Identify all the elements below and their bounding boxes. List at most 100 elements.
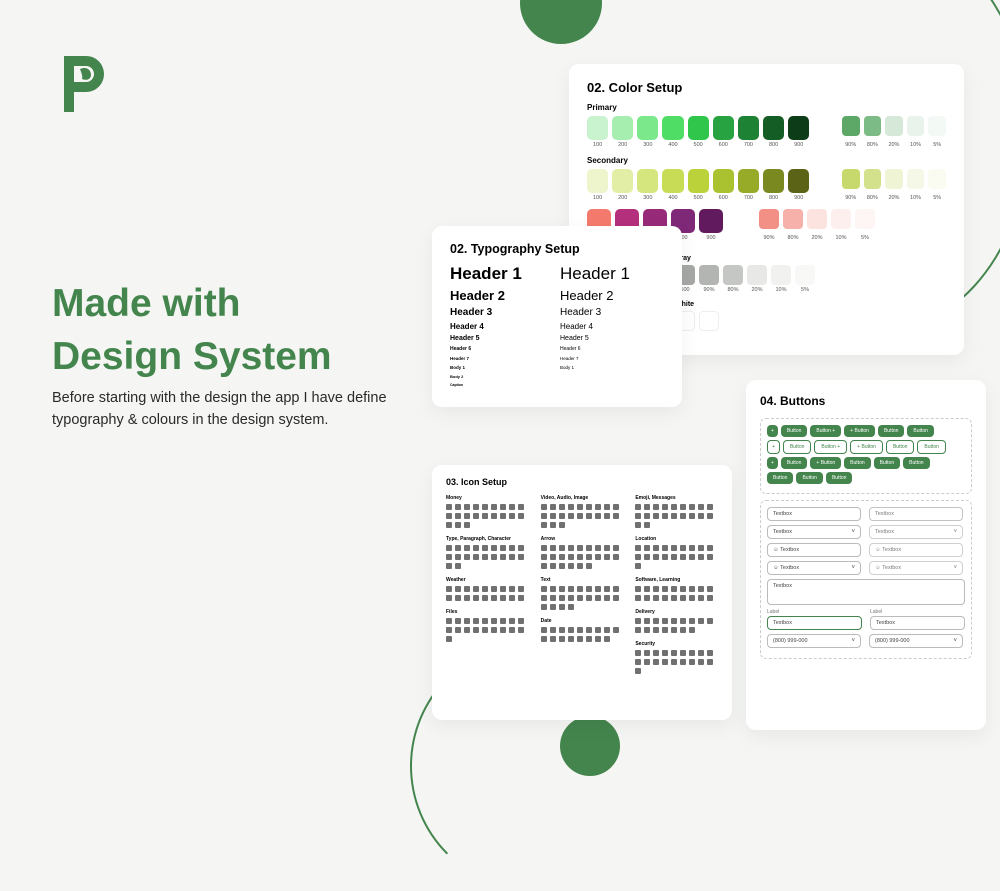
textbox-icon[interactable]: ☺ Textbox	[869, 543, 963, 557]
tiny-icon	[473, 627, 479, 633]
button-outline[interactable]: Button	[917, 440, 945, 454]
tiny-icon	[586, 627, 592, 633]
tiny-icon	[604, 513, 610, 519]
tiny-icon	[509, 504, 515, 510]
page-title: Made with Design System	[52, 278, 332, 383]
button[interactable]: Button	[878, 425, 904, 437]
tiny-icon	[689, 554, 695, 560]
card-title: 03. Icon Setup	[446, 477, 718, 487]
button[interactable]: Button	[844, 457, 870, 469]
brand-logo	[60, 56, 104, 117]
tiny-icon	[500, 595, 506, 601]
swatch	[713, 169, 734, 193]
tiny-icon	[577, 586, 583, 592]
button-outline[interactable]: Button	[783, 440, 811, 454]
icon-category: Software, Learning	[635, 577, 718, 583]
swatch	[907, 116, 925, 136]
type-regular: Body 1	[560, 365, 574, 370]
card-title: 04. Buttons	[760, 394, 972, 408]
chevron-down-icon: ˅	[851, 529, 855, 535]
tiny-icon	[518, 513, 524, 519]
tiny-icon	[662, 586, 668, 592]
tiny-icon	[644, 554, 650, 560]
textbox-labeled[interactable]: Textbox	[870, 616, 965, 630]
button[interactable]: Button	[796, 472, 822, 484]
tiny-icon	[473, 554, 479, 560]
button-icon-right[interactable]: Button +	[810, 425, 841, 437]
tiny-icon	[595, 545, 601, 551]
button-outline[interactable]: Button	[886, 440, 914, 454]
textarea[interactable]: Textbox	[767, 579, 965, 605]
textbox-icon[interactable]: ☺ Textbox	[767, 543, 861, 557]
tiny-icon	[586, 545, 592, 551]
swatch-row-secondary	[587, 169, 946, 193]
swatch-row-white	[675, 311, 815, 331]
icon-category: Weather	[446, 577, 529, 583]
tiny-icon	[473, 504, 479, 510]
tiny-icon	[550, 586, 556, 592]
tiny-icon	[455, 504, 461, 510]
tiny-icon	[635, 668, 641, 674]
textbox[interactable]: Textbox	[767, 507, 861, 521]
button[interactable]: Button	[826, 472, 852, 484]
textbox-labeled[interactable]: Textbox	[767, 616, 862, 630]
phone-input[interactable]: (800) 999-000˅	[869, 634, 963, 648]
tiny-icon	[653, 504, 659, 510]
type-row: Header 2Header 2	[450, 288, 664, 303]
tiny-icon	[473, 545, 479, 551]
tiny-icon	[689, 586, 695, 592]
type-regular: Header 1	[560, 264, 630, 284]
button[interactable]: Button	[907, 425, 933, 437]
type-row: Header 5Header 5	[450, 335, 664, 342]
tiny-icon	[464, 586, 470, 592]
tiny-icon	[559, 563, 565, 569]
button[interactable]: + Button	[810, 457, 841, 469]
icon-grid	[446, 504, 529, 528]
chevron-down-icon: ˅	[851, 565, 855, 571]
swatch	[807, 209, 827, 229]
tiny-icon	[473, 586, 479, 592]
tiny-icon	[671, 545, 677, 551]
button[interactable]: Button	[903, 457, 929, 469]
button[interactable]: +	[767, 457, 778, 469]
swatch	[855, 209, 875, 229]
type-row: Caption	[450, 383, 664, 387]
button[interactable]: Button	[781, 457, 807, 469]
tiny-icon	[455, 627, 461, 633]
tiny-icon	[635, 513, 641, 519]
tiny-icon	[586, 554, 592, 560]
button[interactable]: Button	[767, 472, 793, 484]
tiny-icon	[491, 504, 497, 510]
button[interactable]: Button	[874, 457, 900, 469]
tiny-icon	[455, 522, 461, 528]
tiny-icon	[586, 513, 592, 519]
tiny-icon	[604, 554, 610, 560]
tiny-icon	[577, 595, 583, 601]
tiny-icon	[464, 595, 470, 601]
p-leaf-icon	[60, 56, 104, 112]
select[interactable]: Textbox˅	[869, 525, 963, 539]
tiny-icon	[671, 650, 677, 656]
type-row: Header 3Header 3	[450, 307, 664, 318]
icon-grid	[635, 650, 718, 674]
button-outline[interactable]: + Button	[850, 440, 883, 454]
tiny-icon	[644, 595, 650, 601]
swatch	[587, 169, 608, 193]
icon-grid	[541, 545, 624, 569]
button-icon[interactable]: +	[767, 425, 778, 437]
swatch	[885, 116, 903, 136]
chevron-down-icon: ˅	[851, 638, 855, 644]
phone-input[interactable]: (800) 999-000˅	[767, 634, 861, 648]
select-icon[interactable]: ☺ Textbox˅	[767, 561, 861, 575]
tiny-icon	[689, 513, 695, 519]
label-white: White	[675, 301, 815, 308]
card-title: 02. Typography Setup	[450, 242, 664, 256]
button[interactable]: Button	[781, 425, 807, 437]
button-icon-outline[interactable]: +	[767, 440, 780, 454]
select[interactable]: Textbox˅	[767, 525, 861, 539]
tiny-icon	[550, 595, 556, 601]
button-outline[interactable]: Button +	[814, 440, 847, 454]
button-icon-left[interactable]: + Button	[844, 425, 875, 437]
textbox[interactable]: Textbox	[869, 507, 963, 521]
select-icon[interactable]: ☺ Textbox˅	[869, 561, 963, 575]
